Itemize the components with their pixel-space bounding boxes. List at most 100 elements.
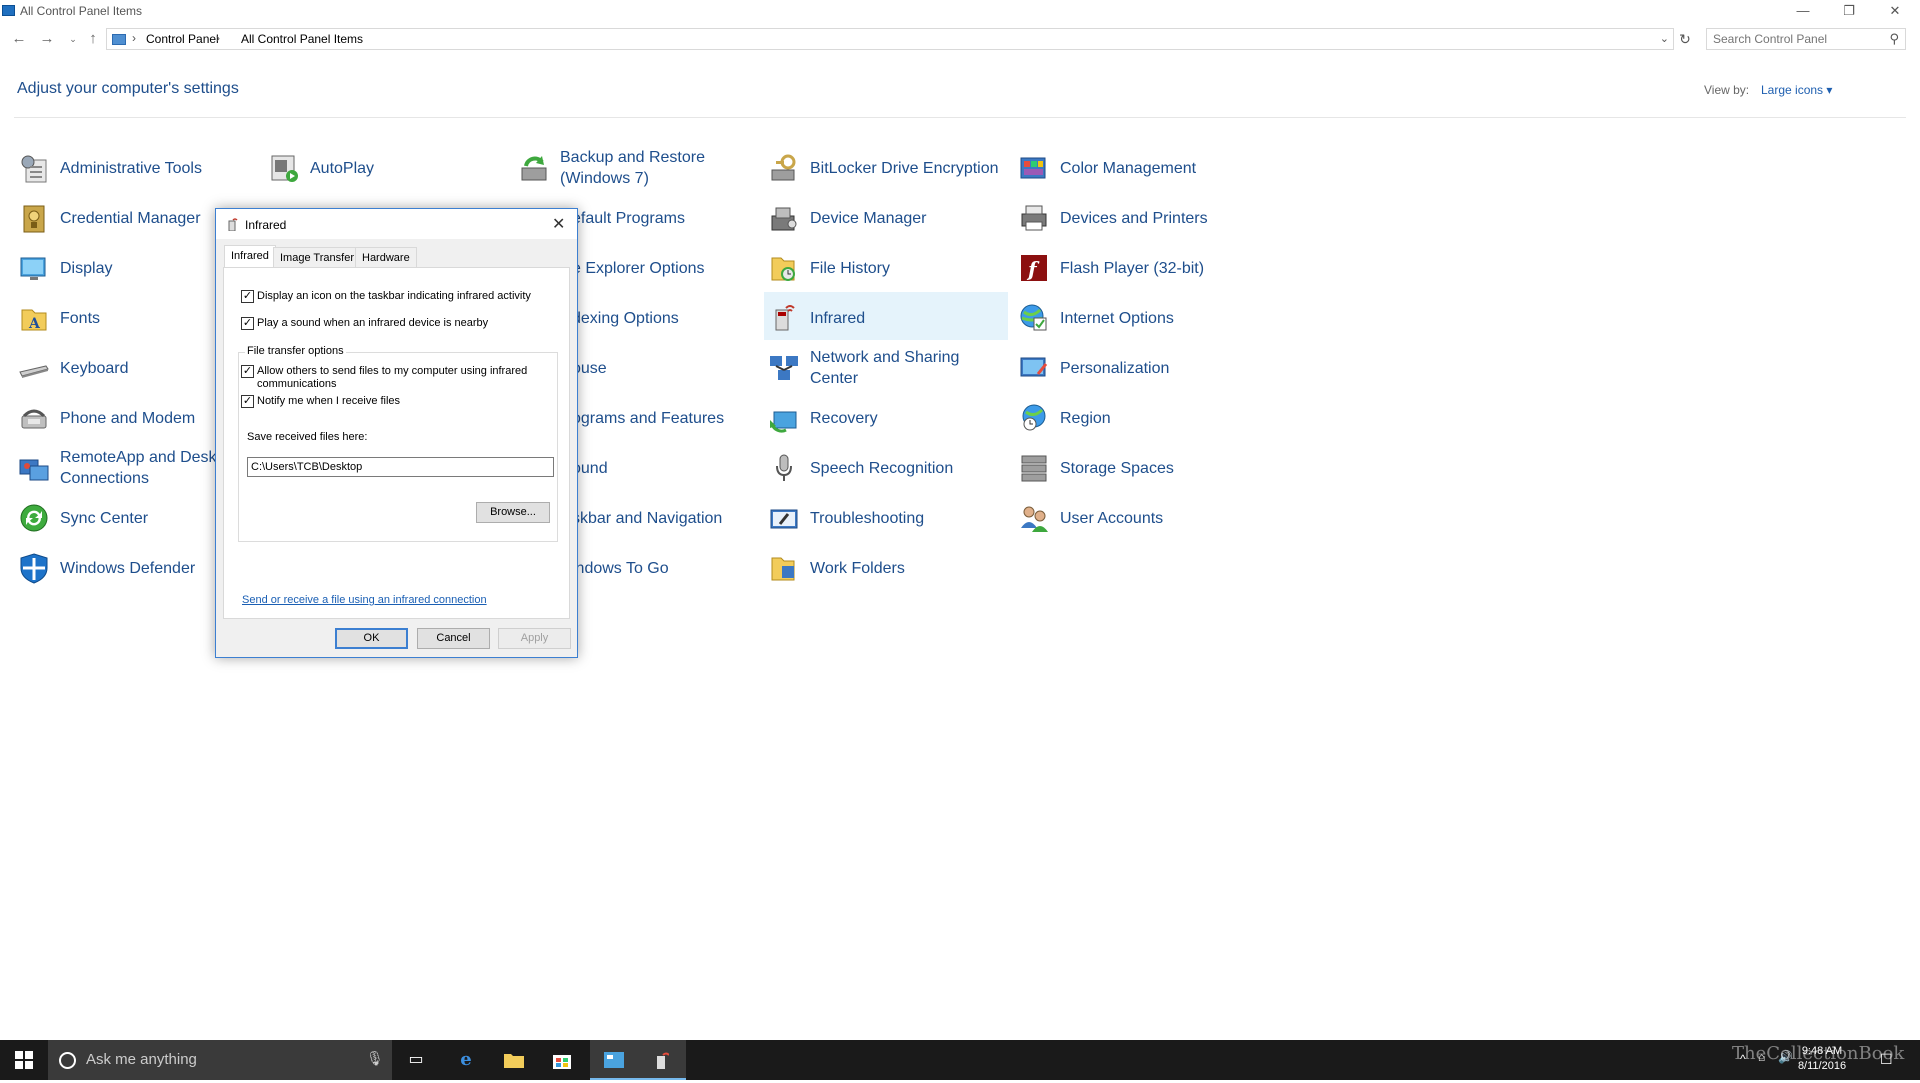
search-icon[interactable]: ⚲	[1889, 31, 1899, 47]
work-folders-icon	[771, 557, 795, 581]
item-devices-printers[interactable]: Devices and Printers	[1014, 194, 1258, 242]
save-location-label: Save received files here:	[247, 431, 368, 443]
storage-spaces-icon	[1021, 455, 1047, 482]
play-sound-checkbox[interactable]: ✓	[241, 317, 254, 330]
page-title: Adjust your computer's settings	[17, 80, 239, 97]
minimize-button[interactable]: —	[1780, 0, 1826, 22]
item-administrative-tools[interactable]: Administrative Tools	[14, 144, 258, 192]
item-label: BitLocker Drive Encryption	[810, 160, 999, 177]
checkbox-label-line1: Allow others to send files to my compute…	[257, 365, 528, 377]
dialog-title-bar: Infrared ✕	[216, 209, 577, 239]
credential-manager-icon	[23, 205, 45, 233]
item-troubleshooting[interactable]: Troubleshooting	[764, 494, 1008, 542]
breadcrumb-separator: ›	[216, 31, 220, 45]
item-label: Work Folders	[810, 560, 905, 577]
color-management-icon	[1020, 157, 1046, 179]
printer-icon	[1021, 205, 1047, 231]
item-speech-recognition[interactable]: Speech Recognition	[764, 444, 1008, 492]
item-label: Flash Player (32-bit)	[1060, 260, 1205, 277]
send-receive-link[interactable]: Send or receive a file using an infrared…	[242, 594, 487, 606]
item-bitlocker[interactable]: BitLocker Drive Encryption	[764, 144, 1008, 192]
back-arrow-icon[interactable]: ←	[10, 30, 28, 48]
item-label: Recovery	[810, 410, 878, 427]
checkbox-label: Allow others to send files to my compute…	[257, 365, 527, 391]
task-view-icon[interactable]: ▭	[392, 1040, 440, 1080]
forward-arrow-icon[interactable]: →	[38, 30, 56, 48]
phone-modem-icon	[21, 409, 47, 429]
close-icon[interactable]: ✕	[552, 214, 565, 234]
item-color-management[interactable]: Color Management	[1014, 144, 1258, 192]
remoteapp-icon	[19, 459, 49, 481]
up-arrow-icon[interactable]: ↑	[84, 30, 102, 48]
item-device-manager[interactable]: Device Manager	[764, 194, 1008, 242]
notify-checkbox[interactable]: ✓	[241, 395, 254, 408]
cancel-button[interactable]: Cancel	[417, 628, 490, 649]
save-path-input[interactable]: C:\Users\TCB\Desktop	[247, 457, 554, 477]
item-backup-restore[interactable]: Backup and Restore (Windows 7)	[514, 144, 758, 192]
item-label: dexing Options	[572, 310, 679, 327]
infrared-icon	[228, 218, 238, 231]
item-label-line2: (Windows 7)	[560, 170, 649, 187]
svg-text:A: A	[28, 316, 41, 332]
item-internet-options[interactable]: Internet Options	[1014, 294, 1258, 342]
item-label: File History	[810, 260, 891, 277]
recent-chevron-icon[interactable]: ⌄	[64, 30, 82, 48]
chevron-down-icon[interactable]: ⌄	[1660, 32, 1669, 45]
view-by-dropdown[interactable]: Large icons ▾	[1761, 83, 1832, 97]
search-box[interactable]: ⚲	[1706, 28, 1906, 50]
apply-button[interactable]: Apply	[498, 628, 571, 649]
cortana-search-box[interactable]: Ask me anything 🎙	[48, 1040, 392, 1080]
refresh-icon[interactable]: ↻	[1676, 28, 1694, 50]
group-label: File transfer options	[245, 345, 346, 358]
file-explorer-icon[interactable]	[490, 1040, 538, 1080]
search-input[interactable]	[1713, 31, 1883, 47]
item-label: skbar and Navigation	[572, 510, 723, 527]
close-button[interactable]: ✕	[1872, 0, 1918, 22]
item-label: Devices and Printers	[1060, 210, 1208, 227]
breadcrumb-control-panel[interactable]: Control Panel	[146, 32, 219, 46]
item-label: Speech Recognition	[810, 460, 954, 477]
item-region[interactable]: Region	[1014, 394, 1258, 442]
taskbar-icon-checkbox[interactable]: ✓	[241, 290, 254, 303]
infrared-dialog: Infrared ✕ Infrared Image Transfer Hardw…	[215, 208, 578, 658]
infrared-taskbar-icon[interactable]	[638, 1040, 686, 1080]
edge-browser-icon[interactable]: e	[442, 1040, 490, 1080]
breadcrumb-separator: ›	[132, 31, 136, 45]
item-work-folders[interactable]: Work Folders	[764, 544, 1008, 592]
tab-panel: ✓ Display an icon on the taskbar indicat…	[223, 267, 570, 619]
browse-button[interactable]: Browse...	[476, 502, 550, 523]
microphone-icon	[776, 454, 792, 481]
item-recovery[interactable]: Recovery	[764, 394, 1008, 442]
tab-hardware[interactable]: Hardware	[355, 247, 417, 267]
start-windows-icon[interactable]	[0, 1040, 48, 1080]
item-storage-spaces[interactable]: Storage Spaces	[1014, 444, 1258, 492]
autoplay-icon	[271, 155, 298, 182]
device-manager-icon	[771, 207, 797, 231]
item-label-line1: Backup and Restore	[560, 149, 705, 166]
allow-send-checkbox[interactable]: ✓	[241, 365, 254, 378]
item-label: Backup and Restore (Windows 7)	[560, 147, 756, 189]
internet-options-icon	[1020, 304, 1047, 331]
item-autoplay[interactable]: AutoPlay	[264, 144, 508, 192]
control-panel-icon	[2, 5, 15, 16]
item-user-accounts[interactable]: User Accounts	[1014, 494, 1258, 542]
address-bar[interactable]: › Control Panel › All Control Panel Item…	[106, 28, 1674, 50]
item-infrared[interactable]: Infrared	[764, 292, 1008, 340]
ok-button[interactable]: OK	[335, 628, 408, 649]
breadcrumb-all-items[interactable]: All Control Panel Items	[241, 32, 363, 46]
store-icon[interactable]	[538, 1040, 586, 1080]
tab-image-transfer[interactable]: Image Transfer	[273, 247, 361, 267]
item-label: efault Programs	[572, 210, 685, 227]
restore-button[interactable]: ❐	[1826, 0, 1872, 22]
control-panel-taskbar-icon[interactable]	[590, 1040, 638, 1080]
microphone-icon[interactable]: 🎙	[366, 1050, 384, 1067]
item-network-sharing[interactable]: Network and Sharing Center	[764, 344, 1008, 392]
item-file-history[interactable]: File History	[764, 244, 1008, 292]
item-label-line1: Network and Sharing	[810, 349, 960, 366]
item-flash-player[interactable]: f Flash Player (32-bit)	[1014, 244, 1258, 292]
tab-infrared[interactable]: Infrared	[224, 245, 276, 268]
administrative-tools-icon	[21, 155, 47, 183]
item-personalization[interactable]: Personalization	[1014, 344, 1258, 392]
flash-player-icon: f	[1021, 255, 1047, 281]
recovery-icon	[770, 411, 797, 433]
